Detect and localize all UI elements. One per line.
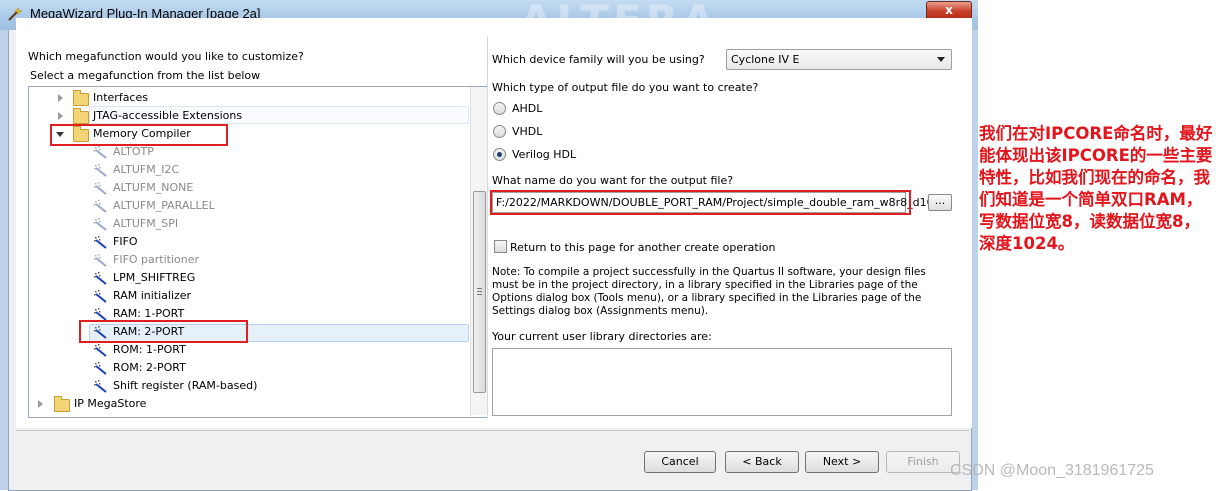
folder-icon — [73, 108, 89, 124]
back-button[interactable]: < Back — [725, 451, 799, 473]
megafunction-wand-icon — [94, 164, 107, 177]
tree-item-megafunction[interactable]: ROM: 1-PORT — [29, 341, 469, 359]
megafunction-question: Which megafunction would you like to cus… — [28, 50, 304, 63]
radio-vhdl[interactable] — [493, 125, 506, 138]
tree-item-megafunction[interactable]: ALTUFM_SPI — [29, 215, 469, 233]
browse-button[interactable]: ... — [928, 194, 952, 211]
annotation-note: 我们在对IPCORE命名时，最好能体现出该IPCORE的一些主要特性，比如我们现… — [979, 124, 1213, 253]
return-to-page-label: Return to this page for another create o… — [510, 241, 776, 254]
folder-icon — [54, 396, 70, 412]
megafunction-wand-icon — [94, 254, 107, 267]
radio-vhdl-label: VHDL — [512, 125, 543, 138]
tree-item-label: ALTUFM_SPI — [113, 217, 179, 230]
scrollbar-thumb[interactable] — [473, 191, 486, 393]
tree-item-label: RAM initializer — [113, 289, 192, 302]
tree-item-megafunction[interactable]: ALTUFM_I2C — [29, 161, 469, 179]
tree-folder-label: Interfaces — [93, 91, 148, 104]
output-type-question: Which type of output file do you want to… — [492, 81, 759, 94]
tree-item-megafunction[interactable]: ALTUFM_NONE — [29, 179, 469, 197]
tree-item-megafunction[interactable]: ROM: 2-PORT — [29, 359, 469, 377]
expand-arrow-icon[interactable] — [58, 112, 63, 120]
radio-ahdl[interactable] — [493, 102, 506, 115]
tree-folder-ip-megastore[interactable]: IP MegaStore — [29, 395, 469, 413]
tree-folder-interfaces[interactable]: Interfaces — [29, 89, 469, 107]
tree-folder-jtag[interactable]: JTAG-accessible Extensions — [29, 107, 469, 125]
tree-folder-label: JTAG-accessible Extensions — [93, 109, 243, 122]
tree-item-label: ALTUFM_NONE — [113, 181, 194, 194]
megafunction-wand-icon — [94, 146, 107, 159]
megafunction-wand-icon — [94, 290, 107, 303]
radio-verilog-hdl[interactable] — [493, 148, 506, 161]
panel-divider — [487, 36, 488, 418]
grip-line — [477, 291, 482, 292]
megafunction-wand-icon — [94, 344, 107, 357]
grip-line — [477, 288, 482, 289]
tree-item-label: ALTUFM_PARALLEL — [113, 199, 215, 212]
tree-item-label: FIFO — [113, 235, 138, 248]
tree-item-megafunction[interactable]: FIFO — [29, 233, 469, 251]
tree-item-label: FIFO partitioner — [113, 253, 200, 266]
tree-item-label: Shift register (RAM-based) — [113, 379, 258, 392]
device-family-question: Which device family will you be using? — [492, 53, 705, 66]
folder-icon — [73, 90, 89, 106]
expand-arrow-icon[interactable] — [38, 400, 43, 408]
expand-arrow-icon[interactable] — [58, 94, 63, 102]
return-to-page-checkbox[interactable] — [494, 240, 507, 253]
tree-item-megafunction[interactable]: FIFO partitioner — [29, 251, 469, 269]
chevron-down-icon — [937, 57, 945, 62]
megafunction-wand-icon — [94, 200, 107, 213]
tree-item-megafunction[interactable]: LPM_SHIFTREG — [29, 269, 469, 287]
megafunction-wand-icon — [94, 236, 107, 249]
tree-item-label: ROM: 1-PORT — [113, 343, 186, 356]
tree-item-megafunction[interactable]: RAM initializer — [29, 287, 469, 305]
next-button[interactable]: Next > — [805, 451, 879, 473]
radio-ahdl-label: AHDL — [512, 102, 543, 115]
compile-note: Note: To compile a project successfully … — [492, 266, 926, 317]
tree-item-label: ALTUFM_I2C — [113, 163, 180, 176]
cancel-button[interactable]: Cancel — [644, 451, 716, 473]
device-family-value: Cyclone IV E — [731, 53, 800, 66]
highlight-filename — [490, 190, 911, 215]
megawizard-window: ALTERA MegaWizard Plug-In Manager [page … — [0, 0, 978, 491]
credit-watermark: CSDN @Moon_3181961725 — [950, 462, 1154, 479]
megafunction-wand-icon — [94, 182, 107, 195]
megafunction-instruction: Select a megafunction from the list belo… — [30, 69, 261, 82]
megafunction-wand-icon — [94, 362, 107, 375]
radio-verilog-label: Verilog HDL — [512, 148, 577, 161]
megafunction-wand-icon — [94, 272, 107, 285]
button-separator — [16, 430, 970, 431]
megafunction-wand-icon — [94, 218, 107, 231]
tree-scrollbar[interactable] — [470, 87, 487, 415]
tree-item-label: ROM: 2-PORT — [113, 361, 186, 374]
tree-item-megafunction[interactable]: Shift register (RAM-based) — [29, 377, 469, 395]
megafunction-wand-icon — [94, 380, 107, 393]
library-directories-list[interactable] — [492, 348, 952, 416]
output-filename-question: What name do you want for the output fil… — [492, 174, 734, 187]
library-directories-label: Your current user library directories ar… — [492, 330, 712, 343]
device-family-select[interactable]: Cyclone IV E — [726, 49, 952, 70]
highlight-memory-compiler — [50, 124, 228, 146]
tree-item-megafunction[interactable]: ALTUFM_PARALLEL — [29, 197, 469, 215]
highlight-ram-2port — [79, 320, 248, 343]
finish-button[interactable]: Finish — [886, 451, 960, 473]
grip-line — [477, 294, 482, 295]
tree-folder-label: IP MegaStore — [74, 397, 147, 410]
tree-item-label: LPM_SHIFTREG — [113, 271, 196, 284]
megafunction-wand-icon — [94, 308, 107, 321]
